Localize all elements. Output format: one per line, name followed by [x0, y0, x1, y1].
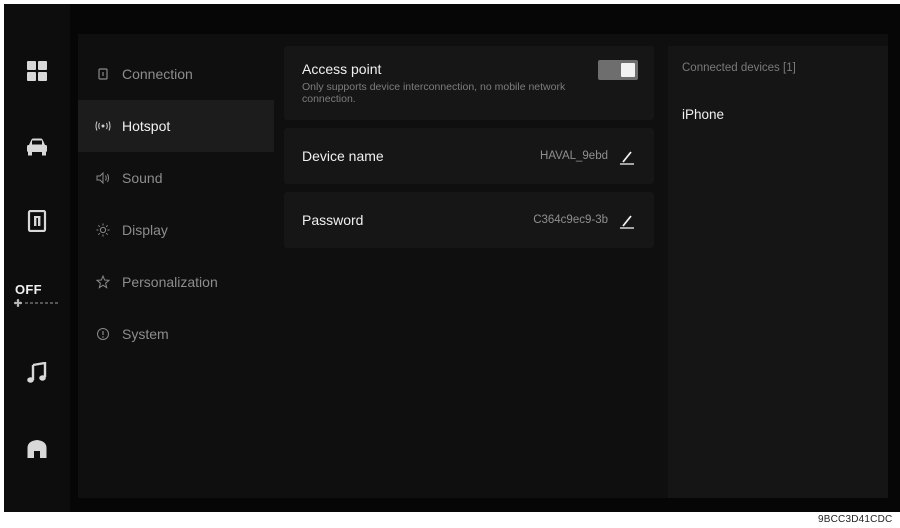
- car-button[interactable]: [20, 130, 54, 164]
- fan-icon: [14, 299, 22, 307]
- fan-level-dots: [25, 302, 58, 304]
- manual-button[interactable]: [20, 204, 54, 238]
- menu-item-label: Connection: [122, 66, 193, 82]
- personalization-icon: [94, 275, 112, 289]
- pencil-icon: [620, 215, 634, 229]
- menu-item-display[interactable]: Display: [78, 204, 274, 256]
- connected-devices-header: Connected devices [1]: [682, 62, 796, 74]
- hotspot-settings: Access point Only supports device interc…: [284, 46, 654, 256]
- apps-grid-button[interactable]: [20, 54, 54, 88]
- menu-item-system[interactable]: System: [78, 308, 274, 360]
- menu-item-label: System: [122, 326, 169, 342]
- music-icon: [27, 362, 47, 383]
- left-rail: OFF: [4, 4, 70, 512]
- device-name-value: HAVAL_9ebd: [540, 150, 608, 162]
- toggle-knob: [621, 63, 635, 77]
- climate-off-label: OFF: [15, 282, 42, 297]
- menu-item-label: Personalization: [122, 274, 218, 290]
- access-point-description: Only supports device interconnection, no…: [302, 81, 566, 105]
- climate-status[interactable]: OFF: [12, 282, 64, 307]
- menu-item-personalization[interactable]: Personalization: [78, 256, 274, 308]
- home-icon: [27, 440, 47, 458]
- access-point-title: Access point: [302, 61, 382, 77]
- manual-icon: [27, 210, 47, 232]
- music-button[interactable]: [20, 356, 54, 390]
- menu-item-sound[interactable]: Sound: [78, 152, 274, 204]
- device-name-label: Device name: [302, 148, 384, 164]
- settings-panel: Connection Hotspot Sound Display Persona…: [78, 34, 888, 498]
- menu-item-label: Display: [122, 222, 168, 238]
- password-row[interactable]: Password C364c9ec9-3b: [284, 192, 654, 248]
- menu-item-label: Sound: [122, 170, 163, 186]
- sound-icon: [94, 171, 112, 185]
- password-value: C364c9ec9-3b: [533, 214, 608, 226]
- menu-item-label: Hotspot: [122, 118, 171, 134]
- device-list-item[interactable]: iPhone: [682, 107, 724, 122]
- password-edit-button[interactable]: [618, 211, 636, 229]
- password-label: Password: [302, 212, 364, 228]
- system-icon: [94, 327, 112, 341]
- settings-menu: Connection Hotspot Sound Display Persona…: [78, 48, 274, 360]
- watermark: 9BCC3D41CDC: [818, 514, 893, 525]
- display-icon: [94, 223, 112, 237]
- screen: OFF Connection Hotspot Sound Display Per…: [4, 4, 900, 512]
- access-point-toggle[interactable]: [598, 60, 638, 80]
- home-button[interactable]: [20, 432, 54, 466]
- access-point-card: Access point Only supports device interc…: [284, 46, 654, 120]
- car-icon: [27, 138, 47, 156]
- menu-item-connection[interactable]: Connection: [78, 48, 274, 100]
- connection-icon: [94, 67, 112, 81]
- apps-grid-icon: [27, 61, 47, 81]
- pencil-icon: [620, 151, 634, 165]
- device-name-edit-button[interactable]: [618, 147, 636, 165]
- hotspot-icon: [94, 119, 112, 133]
- device-name-row[interactable]: Device name HAVAL_9ebd: [284, 128, 654, 184]
- connected-devices-panel: Connected devices [1] iPhone: [668, 46, 888, 498]
- menu-item-hotspot[interactable]: Hotspot: [78, 100, 274, 152]
